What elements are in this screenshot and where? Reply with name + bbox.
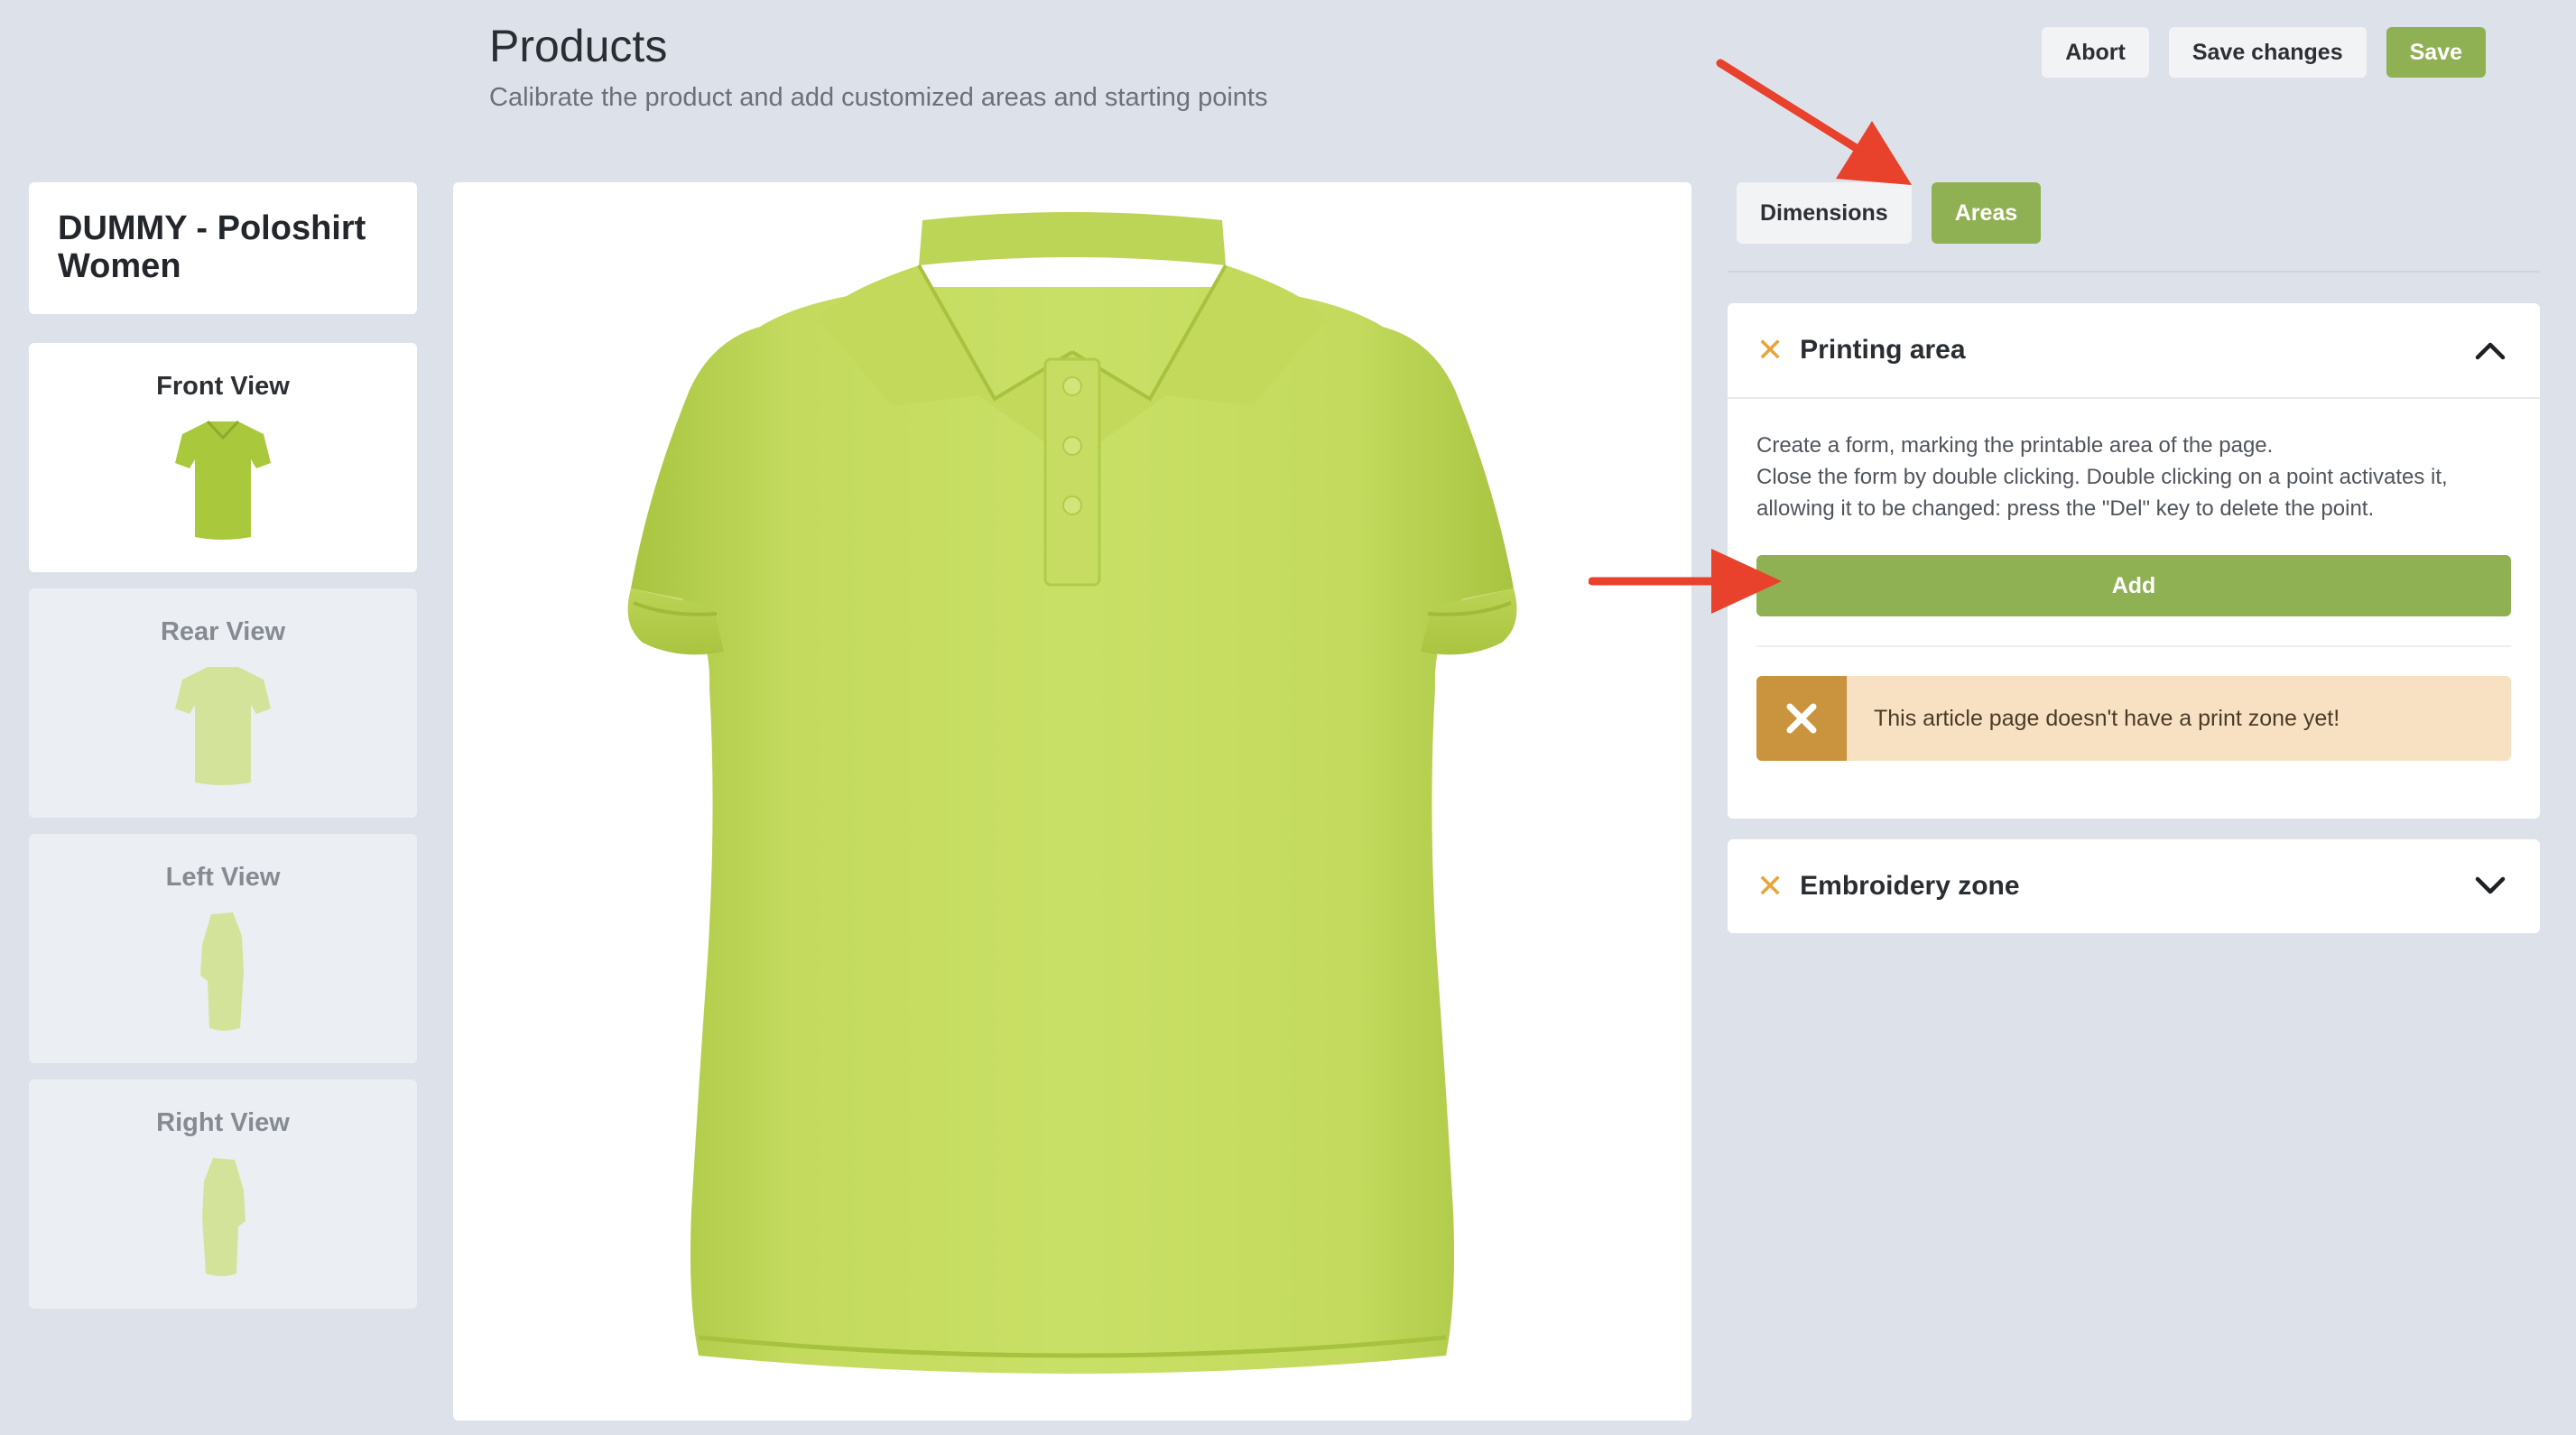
printing-area-panel: ✕ Printing area Create a form, marking t…: [1728, 303, 2540, 819]
tab-dimensions[interactable]: Dimensions: [1737, 182, 1912, 244]
printing-area-body: Create a form, marking the printable are…: [1728, 399, 2540, 819]
poloshirt-image: [627, 212, 1517, 1374]
rear-view-thumbnail: [175, 667, 271, 785]
description-line: Create a form, marking the printable are…: [1756, 433, 2274, 458]
view-label-left: Left View: [165, 863, 281, 892]
description-line: Close the form by double clicking. Doubl…: [1756, 465, 2448, 489]
save-button[interactable]: Save: [2386, 27, 2486, 78]
embroidery-zone-header[interactable]: ✕ Embroidery zone: [1728, 839, 2540, 933]
top-actions: Abort Save changes Save: [2042, 27, 2486, 78]
close-icon: ✕: [1756, 867, 1784, 904]
page: Products Calibrate the product and add c…: [0, 0, 2576, 1435]
page-title: Products: [489, 21, 668, 71]
embroidery-zone-title: Embroidery zone: [1800, 871, 2020, 901]
printing-area-header[interactable]: ✕ Printing area: [1728, 303, 2540, 397]
alert-message: This article page doesn't have a print z…: [1874, 705, 2340, 731]
no-print-zone-alert: This article page doesn't have a print z…: [1756, 676, 2511, 761]
view-label-right: Right View: [156, 1108, 290, 1137]
description-line: allowing it to be changed: press the "De…: [1756, 496, 2375, 521]
close-icon: ✕: [1756, 331, 1784, 368]
product-name: DUMMY - Poloshirt Women: [58, 209, 366, 285]
add-area-button[interactable]: Add: [1756, 555, 2511, 616]
printing-area-description: Create a form, marking the printable are…: [1756, 430, 2511, 524]
view-label-rear: Rear View: [160, 617, 286, 646]
product-canvas[interactable]: [453, 182, 1691, 1421]
printing-area-title: Printing area: [1800, 335, 1966, 365]
save-changes-button[interactable]: Save changes: [2168, 27, 2367, 78]
embroidery-zone-panel: ✕ Embroidery zone: [1728, 839, 2540, 933]
settings-tabs: Dimensions Areas: [1737, 182, 2042, 244]
view-card-right[interactable]: Right View: [29, 1079, 417, 1309]
chevron-up-icon[interactable]: [2475, 340, 2506, 360]
alert-icon: [1756, 676, 1847, 761]
view-card-rear[interactable]: Rear View: [29, 588, 417, 818]
abort-button[interactable]: Abort: [2042, 27, 2149, 78]
tab-areas[interactable]: Areas: [1931, 182, 2042, 244]
view-label-front: Front View: [156, 372, 290, 401]
product-name-card: DUMMY - Poloshirt Women: [29, 182, 417, 314]
left-view-thumbnail: [200, 912, 244, 1031]
tabs-divider: [1728, 271, 2540, 273]
body-divider: [1756, 645, 2511, 647]
front-view-thumbnail: [175, 420, 271, 540]
view-card-front[interactable]: Front View: [29, 343, 417, 572]
chevron-down-icon[interactable]: [2475, 876, 2506, 896]
right-view-thumbnail: [202, 1158, 246, 1276]
close-icon: [1786, 703, 1817, 734]
annotation-arrow-icon: [1716, 59, 1912, 185]
page-subtitle: Calibrate the product and add customized…: [489, 83, 1268, 112]
view-card-left[interactable]: Left View: [29, 834, 417, 1063]
